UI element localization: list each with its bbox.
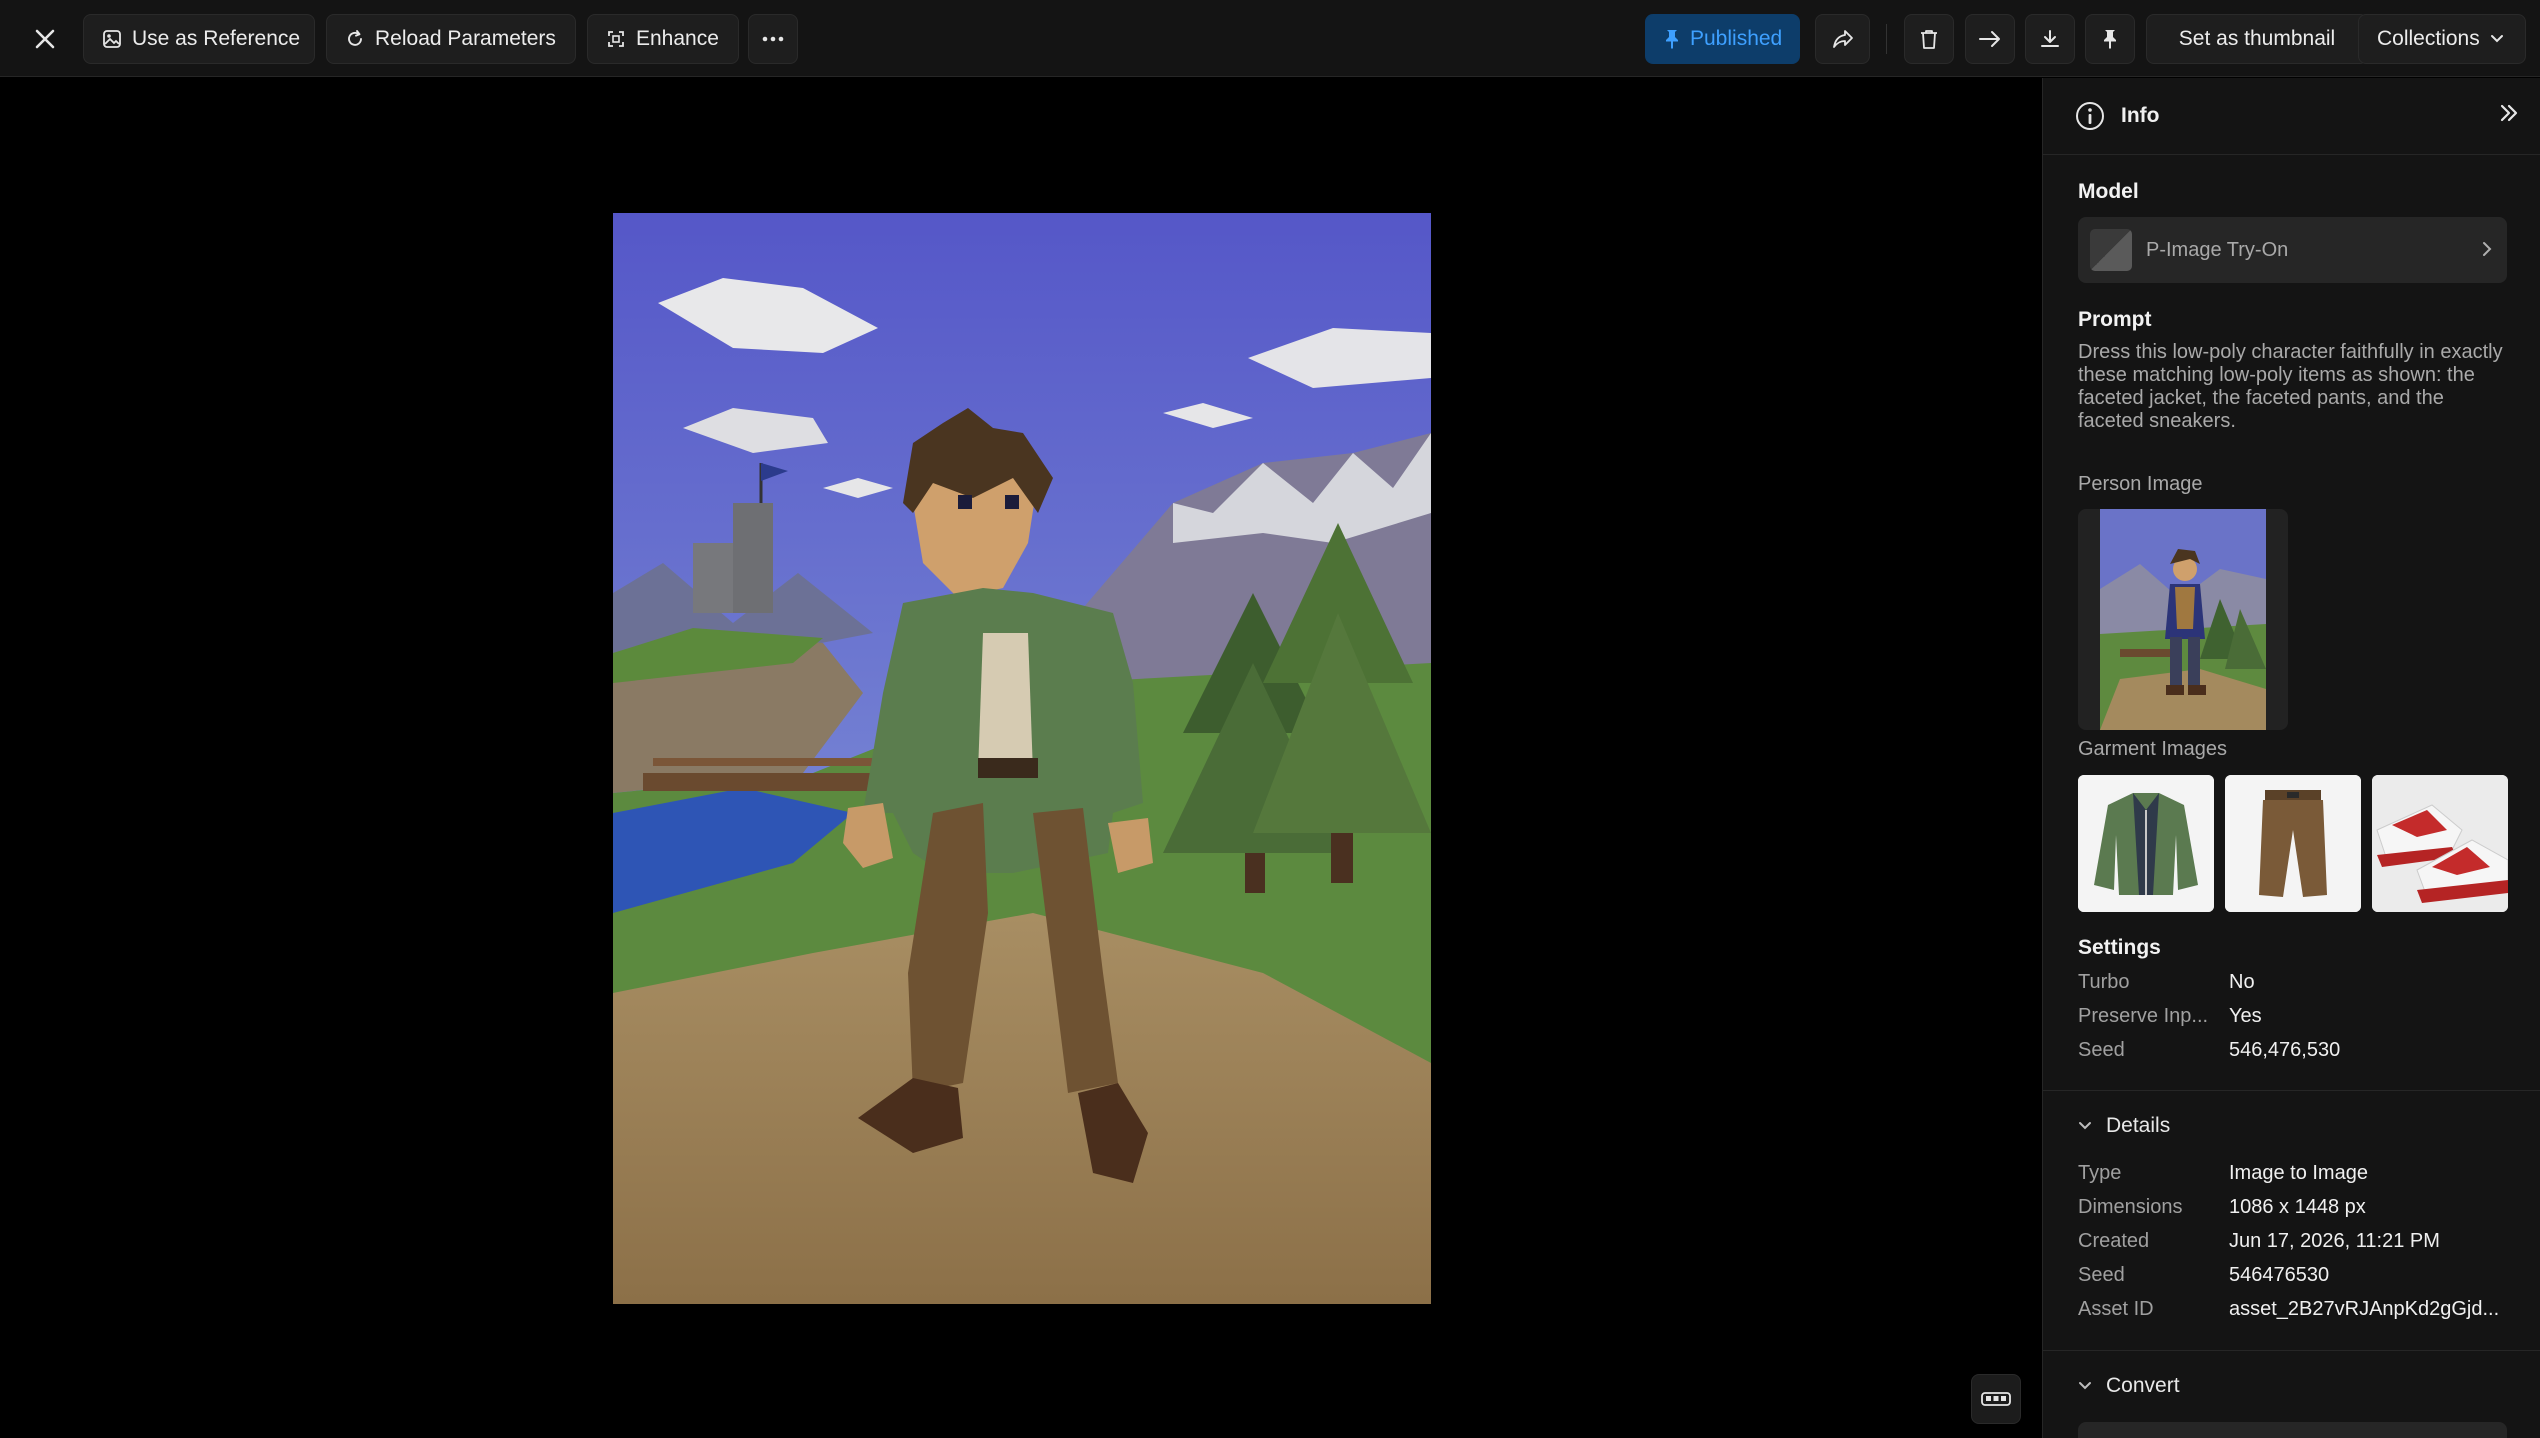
detail-value: 1086 x 1448 px [2229, 1196, 2366, 1218]
detail-value: Image to Image [2229, 1162, 2368, 1184]
person-image-thumbnail[interactable] [2078, 509, 2288, 730]
image-icon [103, 30, 121, 48]
detail-key: Type [2078, 1162, 2122, 1184]
pin-button[interactable] [2085, 14, 2135, 64]
model-thumbnail [2090, 229, 2132, 271]
use-as-reference-button[interactable]: Use as Reference [83, 14, 315, 64]
model-heading: Model [2078, 180, 2139, 203]
setting-value: No [2229, 971, 2255, 993]
setting-key: Preserve Inp... [2078, 1005, 2209, 1027]
setting-value: Yes [2229, 1005, 2262, 1027]
garment-jacket-thumbnail[interactable] [2078, 775, 2214, 912]
arrow-right-icon [1979, 31, 2000, 47]
prompt-heading: Prompt [2078, 308, 2152, 331]
collapse-panel-button[interactable] [2498, 102, 2520, 129]
reload-parameters-label: Reload Parameters [375, 27, 556, 50]
chevron-down-icon [2079, 1382, 2091, 1390]
download-icon [2041, 30, 2059, 47]
chevron-down-icon [2079, 1122, 2091, 1130]
more-horizontal-icon [762, 36, 784, 42]
trash-icon [1921, 30, 1937, 49]
close-icon[interactable] [30, 24, 60, 54]
enhance-icon [608, 31, 624, 47]
pin-icon [2104, 30, 2116, 49]
grid-dots-icon [1981, 1392, 2011, 1406]
settings-heading: Settings [2078, 936, 2161, 959]
enhance-label: Enhance [636, 27, 719, 50]
use-as-reference-label: Use as Reference [132, 27, 301, 50]
download-button[interactable] [2025, 14, 2075, 64]
model-selector[interactable]: P-Image Try-On [2078, 217, 2507, 283]
model-name: P-Image Try-On [2146, 238, 2289, 261]
published-button[interactable]: Published [1645, 14, 1800, 64]
reload-parameters-button[interactable]: Reload Parameters [326, 14, 576, 64]
section-divider [2043, 1090, 2540, 1091]
image-stage [0, 78, 2042, 1438]
delete-button[interactable] [1904, 14, 1954, 64]
panel-header: Info [2043, 78, 2540, 155]
garment-sneakers-thumbnail[interactable] [2372, 775, 2508, 912]
toolbar-divider [1886, 24, 1887, 54]
expand-toggle-button[interactable] [1971, 1374, 2021, 1424]
share-button[interactable] [1815, 14, 1870, 64]
published-label: Published [1690, 27, 1783, 50]
detail-value: Jun 17, 2026, 11:21 PM [2229, 1230, 2440, 1252]
convert-heading: Convert [2106, 1374, 2180, 1397]
enhance-button[interactable]: Enhance [587, 14, 739, 64]
setting-key: Seed [2078, 1039, 2125, 1061]
details-heading: Details [2106, 1114, 2171, 1137]
detail-key: Dimensions [2078, 1196, 2183, 1218]
next-button[interactable] [1965, 14, 2015, 64]
setting-value: 546,476,530 [2229, 1039, 2341, 1061]
person-image-label: Person Image [2078, 473, 2203, 495]
chevrons-right-icon [2500, 104, 2518, 122]
chevron-right-icon [2483, 242, 2492, 256]
generated-image [613, 213, 1431, 1304]
collections-label: Collections [2377, 27, 2480, 50]
detail-key: Created [2078, 1230, 2150, 1252]
collections-dropdown[interactable]: Collections [2358, 14, 2526, 64]
detail-key: Asset ID [2078, 1298, 2154, 1320]
section-divider [2043, 1350, 2540, 1351]
garment-images-label: Garment Images [2078, 738, 2227, 760]
info-panel: Info Model P-Image Try-On Prompt Dress t… [2042, 78, 2540, 1438]
convert-option[interactable] [2078, 1422, 2507, 1438]
prompt-text: Dress this low-poly character faithfully… [2078, 341, 2503, 432]
chevron-down-icon [2490, 35, 2503, 43]
details-toggle[interactable]: Details [2078, 1114, 2170, 1138]
set-as-thumbnail-label: Set as thumbnail [2178, 27, 2336, 50]
setting-key: Turbo [2078, 971, 2130, 993]
more-options-button[interactable] [748, 14, 798, 64]
panel-title: Info [2121, 104, 2160, 127]
reload-icon [348, 30, 362, 46]
detail-value: 546476530 [2229, 1264, 2330, 1286]
top-toolbar: Use as Reference Reload Parameters Enhan… [0, 0, 2540, 77]
pin-icon [1666, 30, 1678, 49]
set-as-thumbnail-button[interactable]: Set as thumbnail [2146, 14, 2368, 64]
convert-toggle[interactable]: Convert [2078, 1374, 2180, 1398]
garment-pants-thumbnail[interactable] [2225, 775, 2361, 912]
share-icon [1832, 30, 1853, 48]
info-icon [2076, 102, 2104, 130]
asset-id-value: asset_2B27vRJAnpKd2gGjd... [2229, 1298, 2500, 1320]
detail-key: Seed [2078, 1264, 2125, 1286]
